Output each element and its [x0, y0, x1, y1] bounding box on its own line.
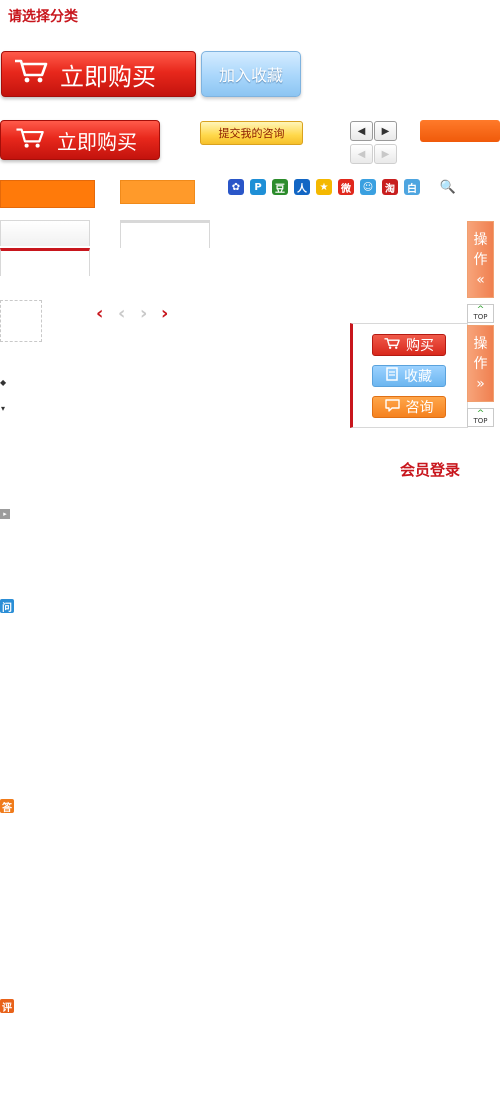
back-to-top-button[interactable]: ^ TOP	[467, 304, 494, 323]
buy-now-button-large[interactable]: 立即购买	[1, 51, 196, 97]
grey-tab-plain[interactable]	[120, 220, 210, 248]
panel-consult-button[interactable]: 咨询	[372, 396, 446, 418]
grey-tab[interactable]	[0, 220, 90, 246]
chevron-next-inactive-icon[interactable]: ›	[140, 304, 147, 324]
member-login-heading[interactable]: 会员登录	[400, 459, 460, 480]
gray-arrow-icon: ▸	[0, 509, 10, 519]
top-label: TOP	[473, 416, 488, 425]
submit-consult-button[interactable]: 提交我的咨询	[200, 121, 303, 145]
buy-now-button-medium[interactable]: 立即购买	[0, 120, 160, 160]
taobao-icon[interactable]: 淘	[382, 179, 398, 195]
favorite-star-icon[interactable]: ★	[316, 179, 332, 195]
answer-icon: 答	[0, 799, 14, 814]
operation-char-1: 操	[473, 231, 488, 248]
small-down-icon: ▾	[1, 404, 6, 413]
next-arrow-button-disabled[interactable]: ▶	[374, 144, 397, 164]
qzone-icon[interactable]: P	[250, 179, 266, 195]
search-icon[interactable]: 🔍	[440, 179, 456, 195]
operation-char-2: 作	[473, 355, 488, 372]
add-favorite-button-large[interactable]: 加入收藏	[201, 51, 301, 97]
baidu-bai-icon[interactable]: 白	[404, 179, 420, 195]
image-placeholder	[0, 300, 42, 342]
back-to-top-button[interactable]: ^ TOP	[467, 408, 494, 427]
document-icon	[386, 367, 398, 385]
grey-tab-selected[interactable]	[0, 248, 90, 276]
next-arrow-button[interactable]: ▶	[374, 121, 397, 141]
submit-consult-label: 提交我的咨询	[218, 127, 285, 140]
cart-icon	[384, 337, 400, 354]
triangle-left-icon: ◀	[357, 125, 366, 137]
operation-char-1: 操	[473, 335, 488, 352]
cart-icon	[15, 127, 45, 154]
add-favorite-label: 加入收藏	[218, 66, 283, 85]
panel-consult-label: 咨询	[405, 400, 434, 416]
panel-buy-button[interactable]: 购买	[372, 334, 446, 356]
operation-tab-collapse[interactable]: 操 作 «	[467, 221, 494, 298]
buy-now-label: 立即购买	[60, 62, 156, 91]
double-right-icon: »	[476, 375, 485, 392]
operation-tab-expand[interactable]: 操 作 »	[467, 325, 494, 402]
buy-now-label: 立即购买	[57, 129, 137, 154]
chevron-prev-inactive-icon[interactable]: ‹	[118, 304, 125, 324]
renren-icon[interactable]: 人	[294, 179, 310, 195]
baidu-icon[interactable]: ✿	[228, 179, 244, 195]
orange-tab[interactable]	[120, 180, 195, 204]
prev-arrow-button[interactable]: ◀	[350, 121, 373, 141]
chevron-next-active-icon[interactable]: ›	[161, 304, 168, 324]
prev-arrow-button-disabled[interactable]: ◀	[350, 144, 373, 164]
panel-favorite-button[interactable]: 收藏	[372, 365, 446, 387]
page-title: 请选择分类	[8, 9, 78, 25]
triangle-left-icon: ◀	[357, 148, 366, 160]
chevron-prev-active-icon[interactable]: ‹	[96, 304, 103, 324]
review-icon: 评	[0, 999, 14, 1014]
orange-tab-active[interactable]	[0, 180, 95, 208]
weibo-icon[interactable]: 微	[338, 179, 354, 195]
speech-bubble-icon	[384, 398, 400, 416]
diamond-bullet-icon: ◆	[0, 378, 7, 387]
panel-favorite-label: 收藏	[404, 369, 432, 385]
triangle-right-icon: ▶	[381, 125, 390, 137]
cart-icon	[14, 58, 48, 90]
douban-icon[interactable]: 豆	[272, 179, 288, 195]
double-left-icon: «	[476, 271, 485, 288]
tencent-weibo-icon[interactable]: ☺	[360, 179, 376, 195]
triangle-right-icon: ▶	[381, 148, 390, 160]
operation-char-2: 作	[473, 251, 488, 268]
panel-buy-label: 购买	[406, 338, 434, 354]
orange-button[interactable]	[420, 120, 500, 142]
question-icon: 问	[0, 599, 14, 614]
top-label: TOP	[473, 312, 488, 321]
